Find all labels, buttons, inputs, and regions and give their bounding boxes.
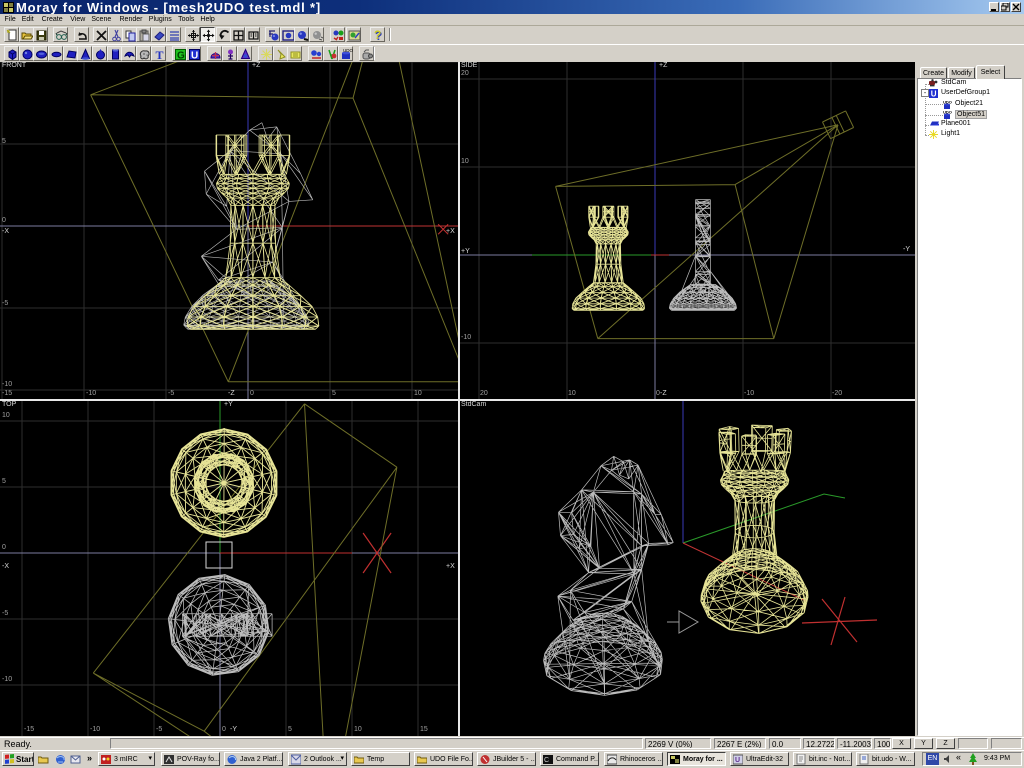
svg-text:U: U xyxy=(931,90,937,98)
svg-text:U: U xyxy=(191,51,198,62)
svg-text:T: T xyxy=(156,48,164,61)
svg-text:UDO: UDO xyxy=(343,48,353,53)
svg-text:G: G xyxy=(177,51,185,62)
svg-text:C: C xyxy=(544,757,549,764)
svg-text:?: ? xyxy=(374,29,381,42)
svg-text:U: U xyxy=(735,757,740,764)
